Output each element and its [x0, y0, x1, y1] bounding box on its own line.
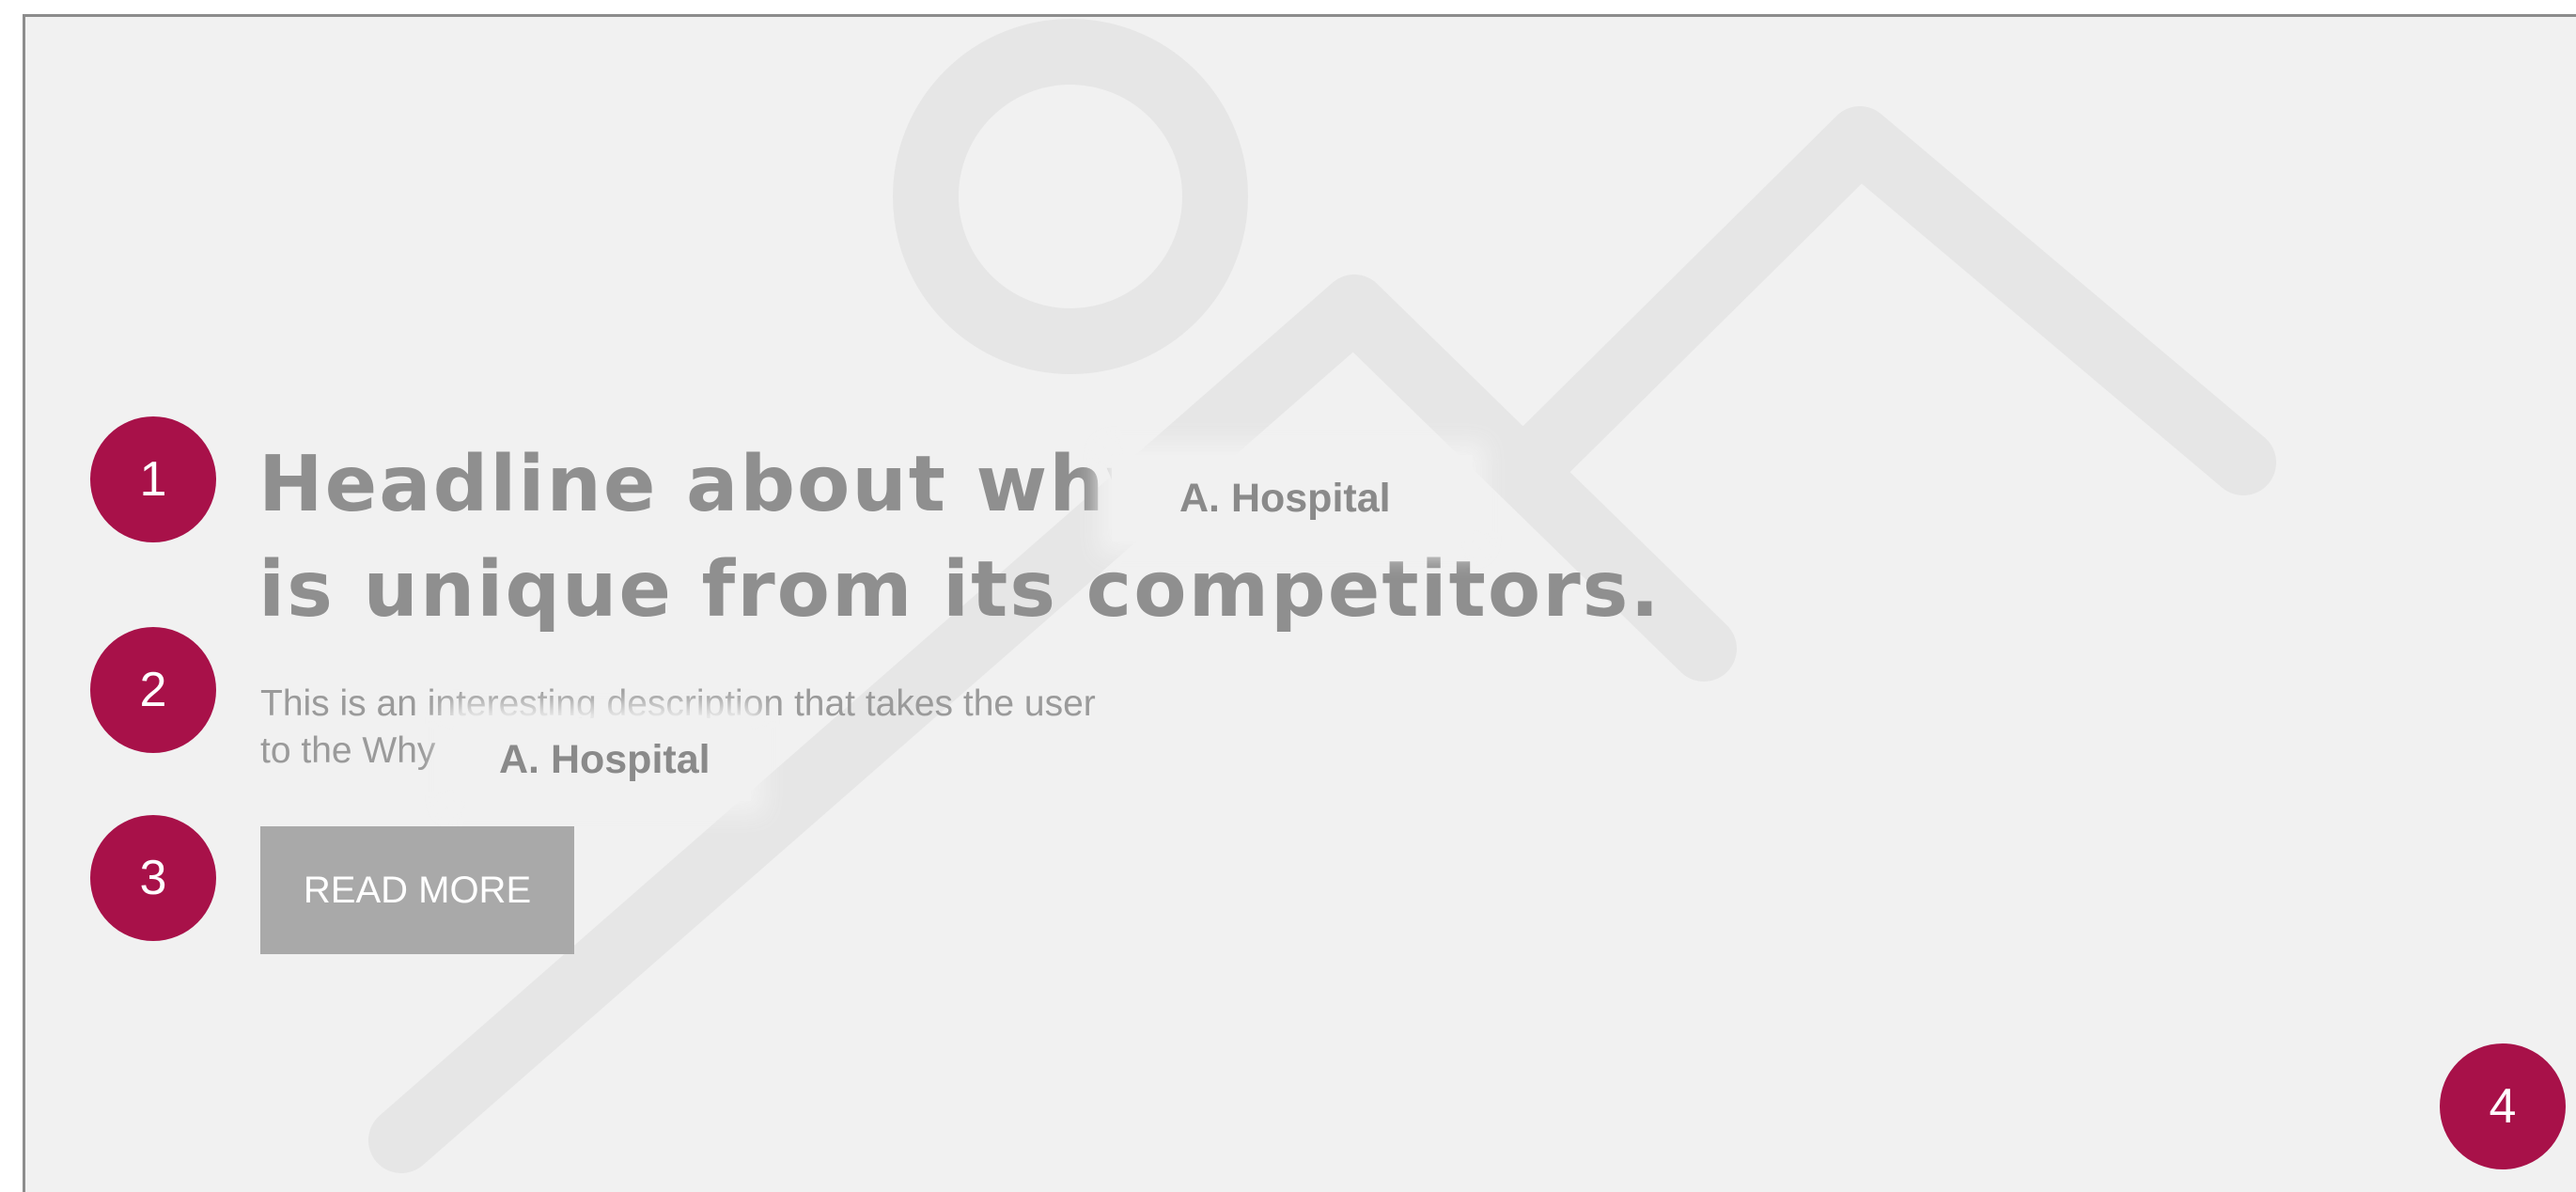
- annotation-marker-4: 4: [2440, 1043, 2566, 1169]
- read-more-button[interactable]: READ MORE: [260, 826, 574, 954]
- annotation-marker-3: 3: [90, 815, 216, 941]
- description-brand-tag: A. Hospital: [454, 718, 751, 801]
- headline-brand-tag: A. Hospital: [1112, 455, 1473, 541]
- hero-section: Headline about why is unique from its co…: [23, 14, 2576, 1192]
- headline-line-2: is unique from its competitors.: [258, 545, 1662, 635]
- annotation-marker-1: 1: [90, 416, 216, 542]
- description-line-2: to the Why: [260, 730, 436, 771]
- annotation-marker-2: 2: [90, 627, 216, 753]
- headline-line-1: Headline about why: [258, 440, 1159, 529]
